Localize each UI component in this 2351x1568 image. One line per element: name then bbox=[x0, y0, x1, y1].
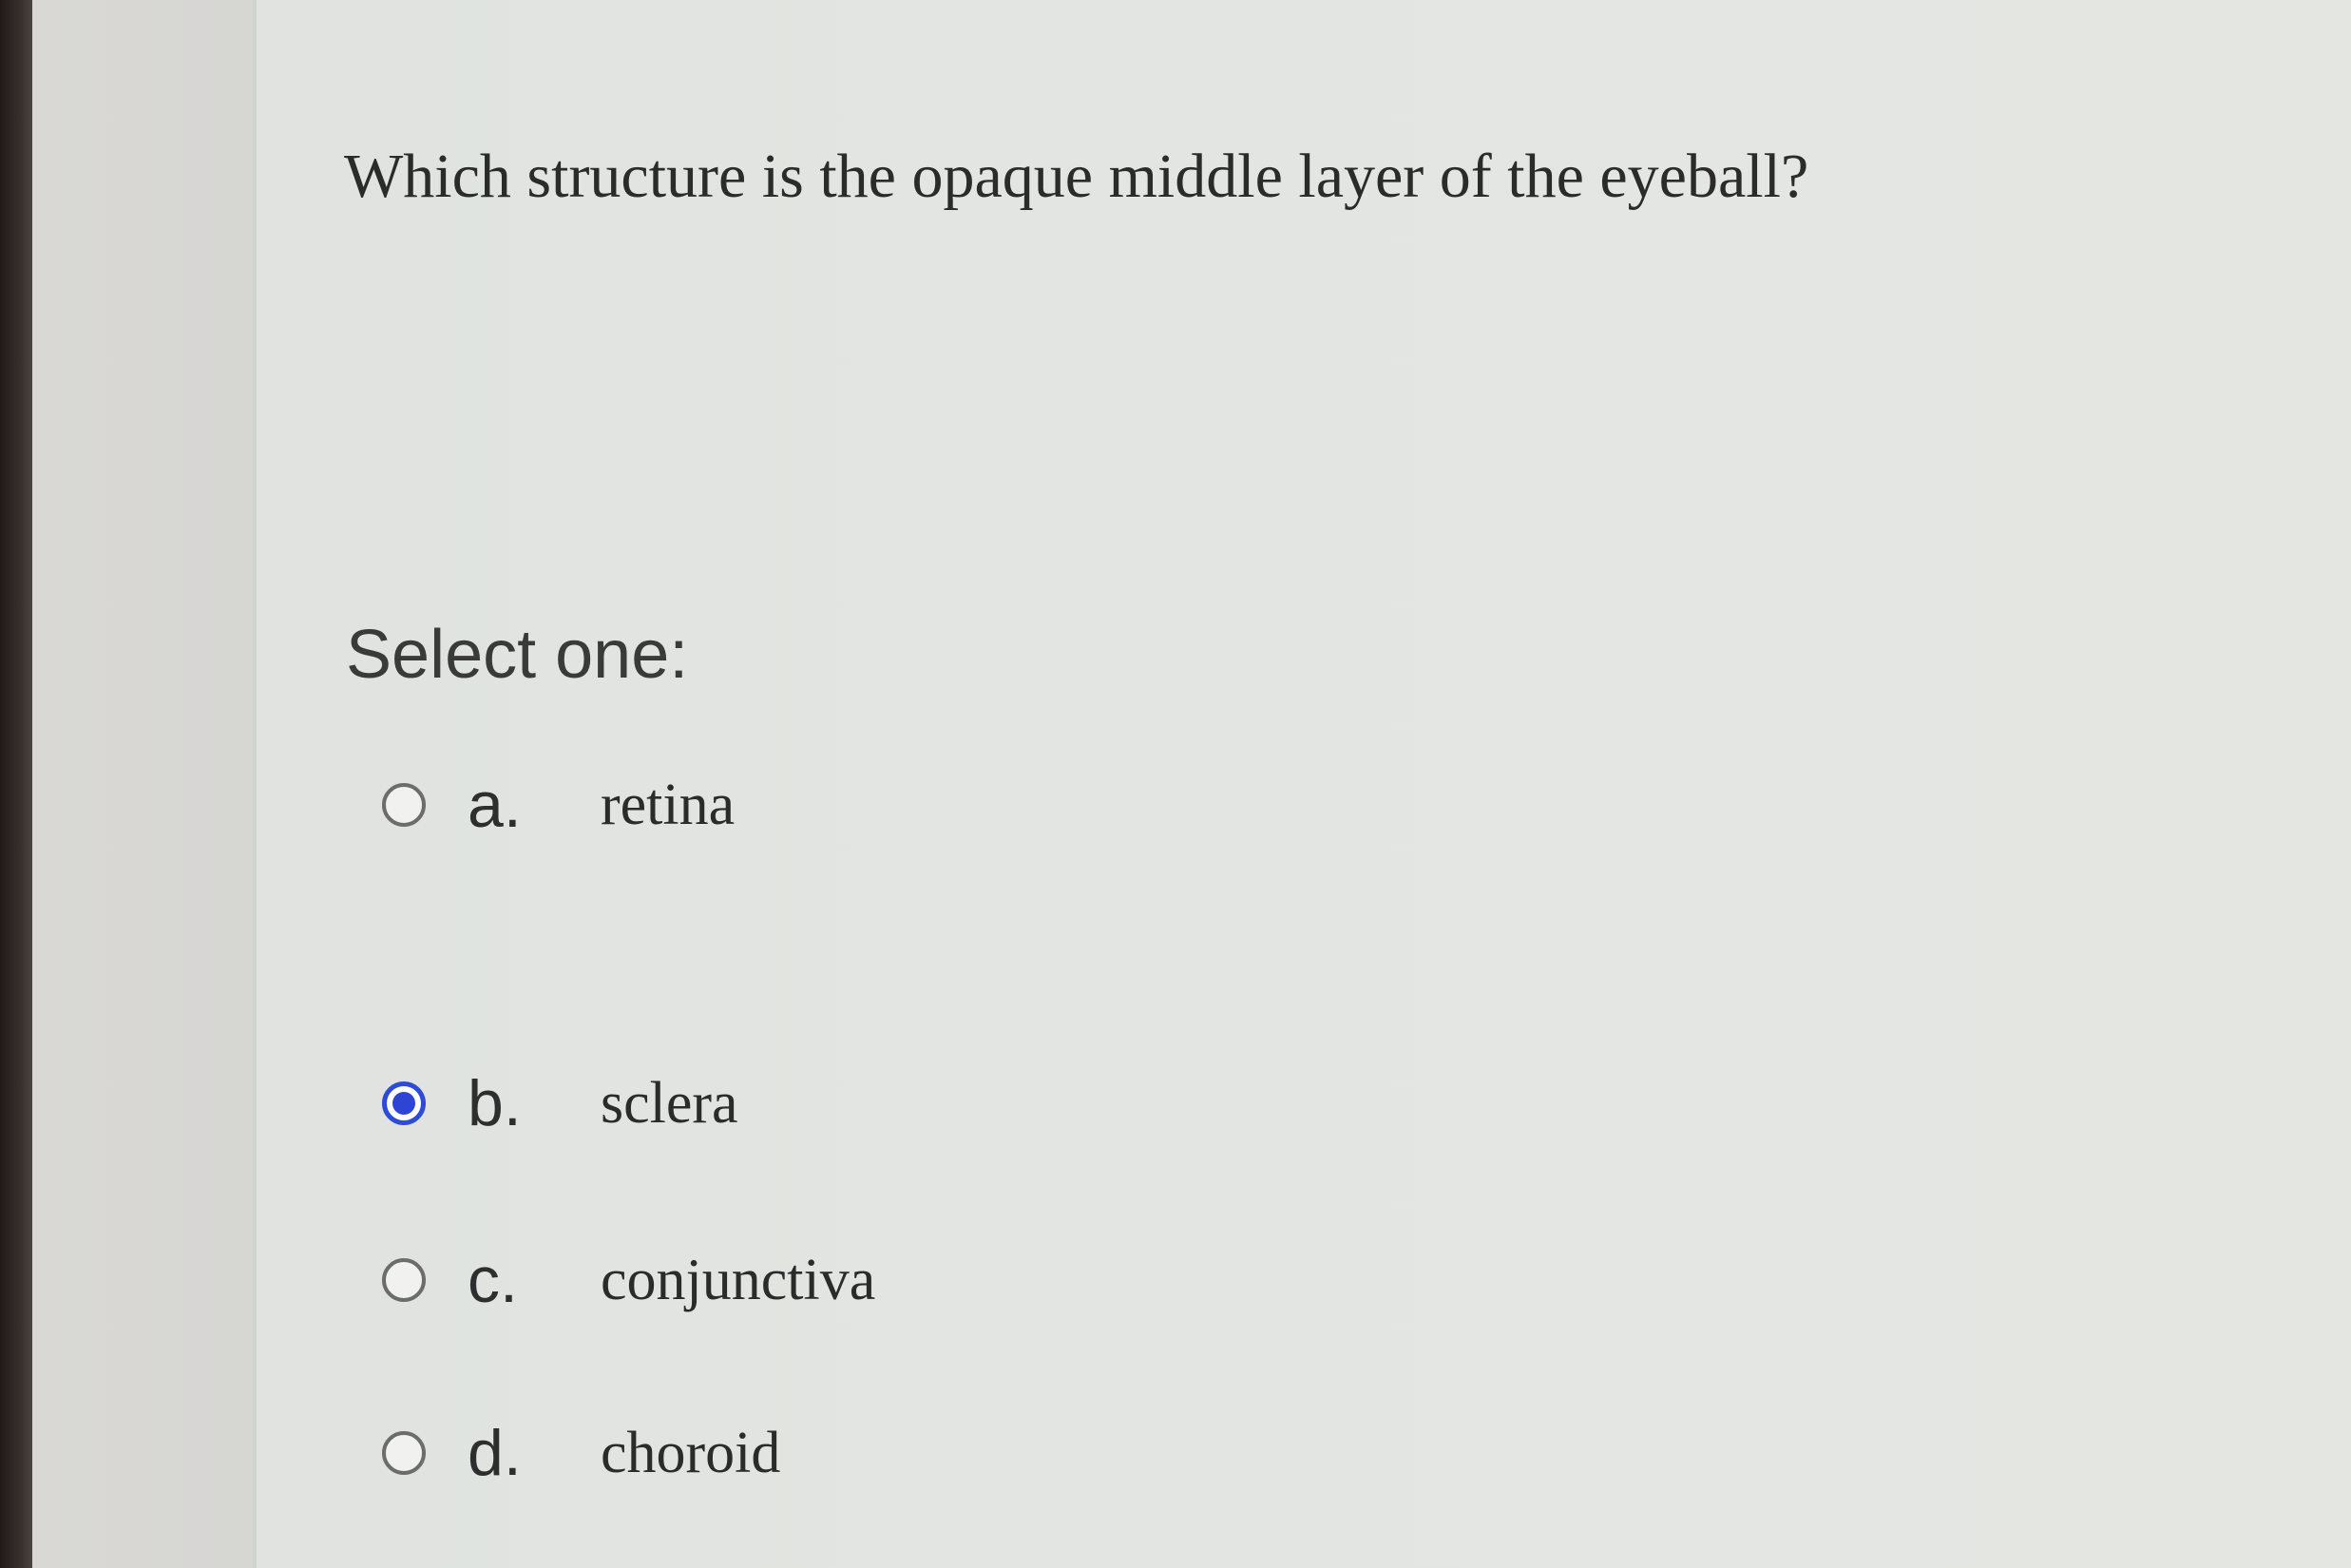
option-a-radio[interactable] bbox=[382, 783, 426, 827]
option-a-text[interactable]: retina bbox=[601, 772, 735, 839]
option-b[interactable]: b. sclera bbox=[382, 1061, 738, 1146]
option-a[interactable]: a. retina bbox=[382, 762, 735, 848]
question-content: Which structure is the opaque middle lay… bbox=[257, 0, 2351, 1568]
option-b-letter: b. bbox=[468, 1067, 522, 1139]
option-c-text[interactable]: conjunctiva bbox=[601, 1247, 875, 1314]
screen-bezel bbox=[0, 0, 32, 1568]
option-c-letter: c. bbox=[468, 1244, 518, 1316]
question-text: Which structure is the opaque middle lay… bbox=[344, 142, 1809, 211]
option-c[interactable]: c. conjunctiva bbox=[382, 1237, 875, 1323]
option-b-text[interactable]: sclera bbox=[601, 1070, 738, 1138]
option-d-text[interactable]: choroid bbox=[601, 1420, 780, 1487]
option-d-letter: d. bbox=[468, 1417, 522, 1489]
option-d-radio[interactable] bbox=[382, 1431, 426, 1475]
option-c-radio[interactable] bbox=[382, 1258, 426, 1302]
sidebar-panel bbox=[32, 0, 257, 1568]
option-d[interactable]: d. choroid bbox=[382, 1410, 780, 1496]
select-one-prompt: Select one: bbox=[346, 617, 689, 693]
option-b-radio[interactable] bbox=[382, 1081, 426, 1125]
radio-dot-icon bbox=[392, 1092, 415, 1115]
option-a-letter: a. bbox=[468, 769, 522, 841]
